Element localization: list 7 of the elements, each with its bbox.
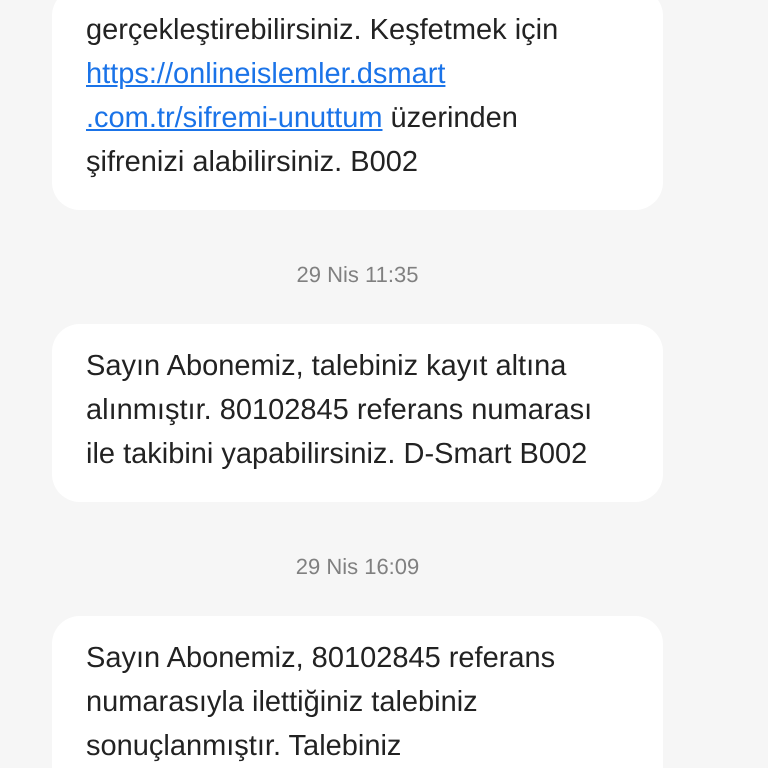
timestamp: 29 Nis 11:35 (296, 262, 418, 288)
message-text: Sayın Abonemiz, talebiniz kayıt altına alınmıştır. 80102845 referans numarası ile takibini yapabilirsiniz. D-Smart B002 (86, 349, 594, 472)
link[interactable]: .com.tr/sifremi-unuttum (86, 102, 382, 134)
message-text: Sayın Abonemiz, 80102845 referans numarasıyla ilettiğiniz talebiniz sonuçlanmıştır. Talebiniz (86, 641, 556, 764)
message-text: gerçekleştirebilirsiniz. Keşfetmek için https://onlineislemler.dsmart .com.tr/sifremi-unuttum üzerinden şifrenizi alabilirsiniz. B002 (86, 13, 560, 180)
timestamp: 29 Nis 16:09 (296, 554, 420, 580)
link[interactable]: https://onlineislemler.dsmart (86, 58, 446, 90)
